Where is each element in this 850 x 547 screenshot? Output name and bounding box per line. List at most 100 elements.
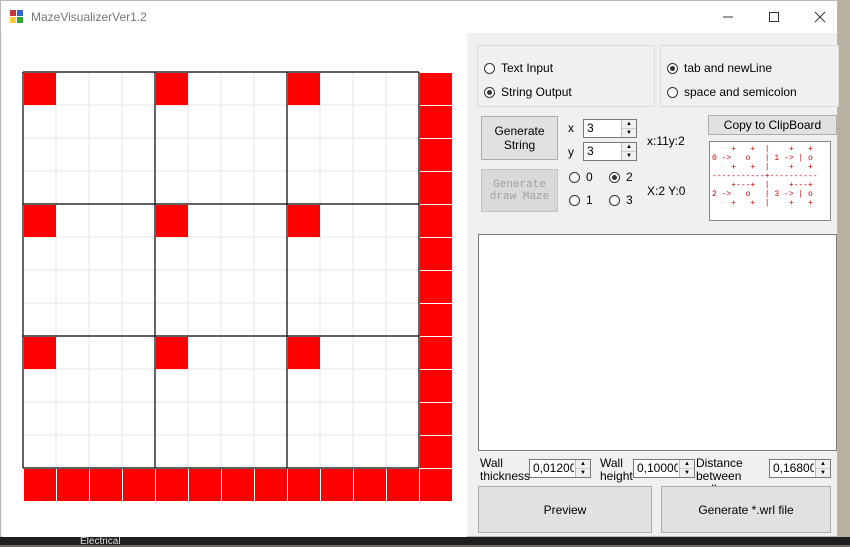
radio-circle — [609, 194, 620, 206]
copy-to-clipboard-button[interactable]: Copy to ClipBoard — [708, 115, 837, 135]
maze-cell-marker — [288, 205, 320, 237]
title-bar: MazeVisualizerVer1.2 — [1, 1, 837, 33]
radio-label: 0 — [586, 170, 593, 184]
minimize-button[interactable] — [705, 1, 751, 33]
maze-border-cell — [420, 73, 452, 105]
wall-thickness-spin-buttons[interactable]: ▲ ▼ — [575, 460, 590, 477]
up-arrow-icon[interactable]: ▲ — [680, 460, 694, 469]
app-window: MazeVisualizerVer1.2 Text Input String O… — [0, 0, 839, 537]
distance-stepper[interactable]: ▲▼ — [769, 459, 831, 478]
button-label: Copy to ClipBoard — [723, 118, 822, 132]
maze-border-cell — [420, 106, 452, 138]
option-3-radio[interactable]: 3 — [609, 193, 633, 207]
wall-thickness-stepper[interactable]: ▲▼ — [529, 459, 591, 478]
x-spin-buttons[interactable]: ▲ ▼ — [621, 120, 636, 137]
radio-label: space and semicolon — [684, 85, 797, 99]
maze-border-cell — [288, 469, 320, 501]
maze-border-cell — [420, 238, 452, 270]
down-arrow-icon[interactable]: ▼ — [622, 129, 636, 137]
maze-border-cell — [90, 469, 122, 501]
maximize-button[interactable] — [751, 1, 797, 33]
maximize-icon — [769, 12, 779, 22]
y-input[interactable] — [584, 143, 620, 159]
option-1-radio[interactable]: 1 — [569, 193, 593, 207]
maze-border-cell — [387, 469, 419, 501]
maze-border-cell — [123, 469, 155, 501]
wall-height-input[interactable] — [634, 460, 678, 476]
preview-button[interactable]: Preview — [478, 486, 652, 533]
close-icon — [814, 11, 826, 23]
button-label: Preview — [543, 502, 587, 517]
maze-border-cell — [222, 469, 254, 501]
window-title: MazeVisualizerVer1.2 — [31, 10, 147, 24]
radio-circle — [484, 62, 495, 74]
radio-circle — [609, 171, 620, 183]
string-output-radio[interactable]: String Output — [484, 85, 572, 99]
x-stepper[interactable]: ▲▼ — [583, 119, 637, 138]
maze-border-cell — [255, 469, 287, 501]
desktop-background — [838, 0, 850, 545]
maze-border-cell — [189, 469, 221, 501]
down-arrow-icon[interactable]: ▼ — [622, 152, 636, 160]
radio-circle — [569, 171, 580, 183]
radio-circle — [667, 62, 678, 74]
taskbar-strip — [0, 537, 850, 545]
cursor-coords: X:2 Y:0 — [647, 184, 686, 198]
wall-height-stepper[interactable]: ▲▼ — [633, 459, 695, 478]
down-arrow-icon[interactable]: ▼ — [816, 469, 830, 477]
button-label: Generate String — [494, 124, 545, 152]
x-input[interactable] — [584, 120, 620, 136]
option-0-radio[interactable]: 0 — [569, 170, 593, 184]
radio-label: tab and newLine — [684, 61, 773, 75]
maze-border-cell — [420, 370, 452, 402]
distance-input[interactable] — [770, 460, 814, 476]
maze-border-cell — [420, 172, 452, 204]
radio-label: 1 — [586, 193, 593, 207]
maze-canvas[interactable] — [2, 33, 467, 537]
y-stepper[interactable]: ▲▼ — [583, 142, 637, 161]
up-arrow-icon[interactable]: ▲ — [816, 460, 830, 469]
button-label: Generate draw Maze — [489, 178, 550, 203]
generate-draw-maze-button: Generate draw Maze — [481, 169, 558, 212]
up-arrow-icon[interactable]: ▲ — [576, 460, 590, 469]
tab-newline-radio[interactable]: tab and newLine — [667, 61, 772, 75]
distance-spin-buttons[interactable]: ▲ ▼ — [815, 460, 830, 477]
output-textarea[interactable] — [478, 234, 837, 451]
close-button[interactable] — [797, 1, 843, 33]
radio-circle — [667, 86, 678, 98]
minimize-icon — [723, 16, 733, 18]
maze-cell-marker — [288, 73, 320, 105]
down-arrow-icon[interactable]: ▼ — [576, 469, 590, 477]
radio-circle — [484, 86, 495, 98]
generate-wrl-button[interactable]: Generate *.wrl file — [661, 486, 831, 533]
maze-border-cell — [321, 469, 353, 501]
maze-border-cell — [420, 139, 452, 171]
wall-height-label: Wall height — [600, 456, 633, 483]
option-2-radio[interactable]: 2 — [609, 170, 633, 184]
maze-cell-marker — [24, 337, 56, 369]
space-semicolon-radio[interactable]: space and semicolon — [667, 85, 797, 99]
text-input-radio[interactable]: Text Input — [484, 61, 553, 75]
maze-border-cell — [420, 469, 452, 501]
maze-border-cell — [24, 469, 56, 501]
wall-height-spin-buttons[interactable]: ▲ ▼ — [679, 460, 694, 477]
maze-border-cell — [420, 337, 452, 369]
up-arrow-icon[interactable]: ▲ — [622, 143, 636, 152]
up-arrow-icon[interactable]: ▲ — [622, 120, 636, 129]
y-spin-buttons[interactable]: ▲ ▼ — [621, 143, 636, 160]
wall-thickness-input[interactable] — [530, 460, 574, 476]
maze-border-cell — [156, 469, 188, 501]
maze-cell-marker — [24, 205, 56, 237]
down-arrow-icon[interactable]: ▼ — [680, 469, 694, 477]
maze-border-cell — [57, 469, 89, 501]
x-label: x — [568, 121, 574, 135]
maze-border-cell — [420, 304, 452, 336]
radio-label: Text Input — [501, 61, 554, 75]
maze-cell-marker — [156, 73, 188, 105]
maze-cell-marker — [156, 337, 188, 369]
maze-cell-marker — [288, 337, 320, 369]
maze-border-cell — [420, 205, 452, 237]
size-info: x:11y:2 — [647, 134, 685, 148]
string-preview: + + | + + 0 -> o | 1 -> | o + + | + + --… — [709, 141, 831, 221]
generate-string-button[interactable]: Generate String — [481, 116, 558, 160]
